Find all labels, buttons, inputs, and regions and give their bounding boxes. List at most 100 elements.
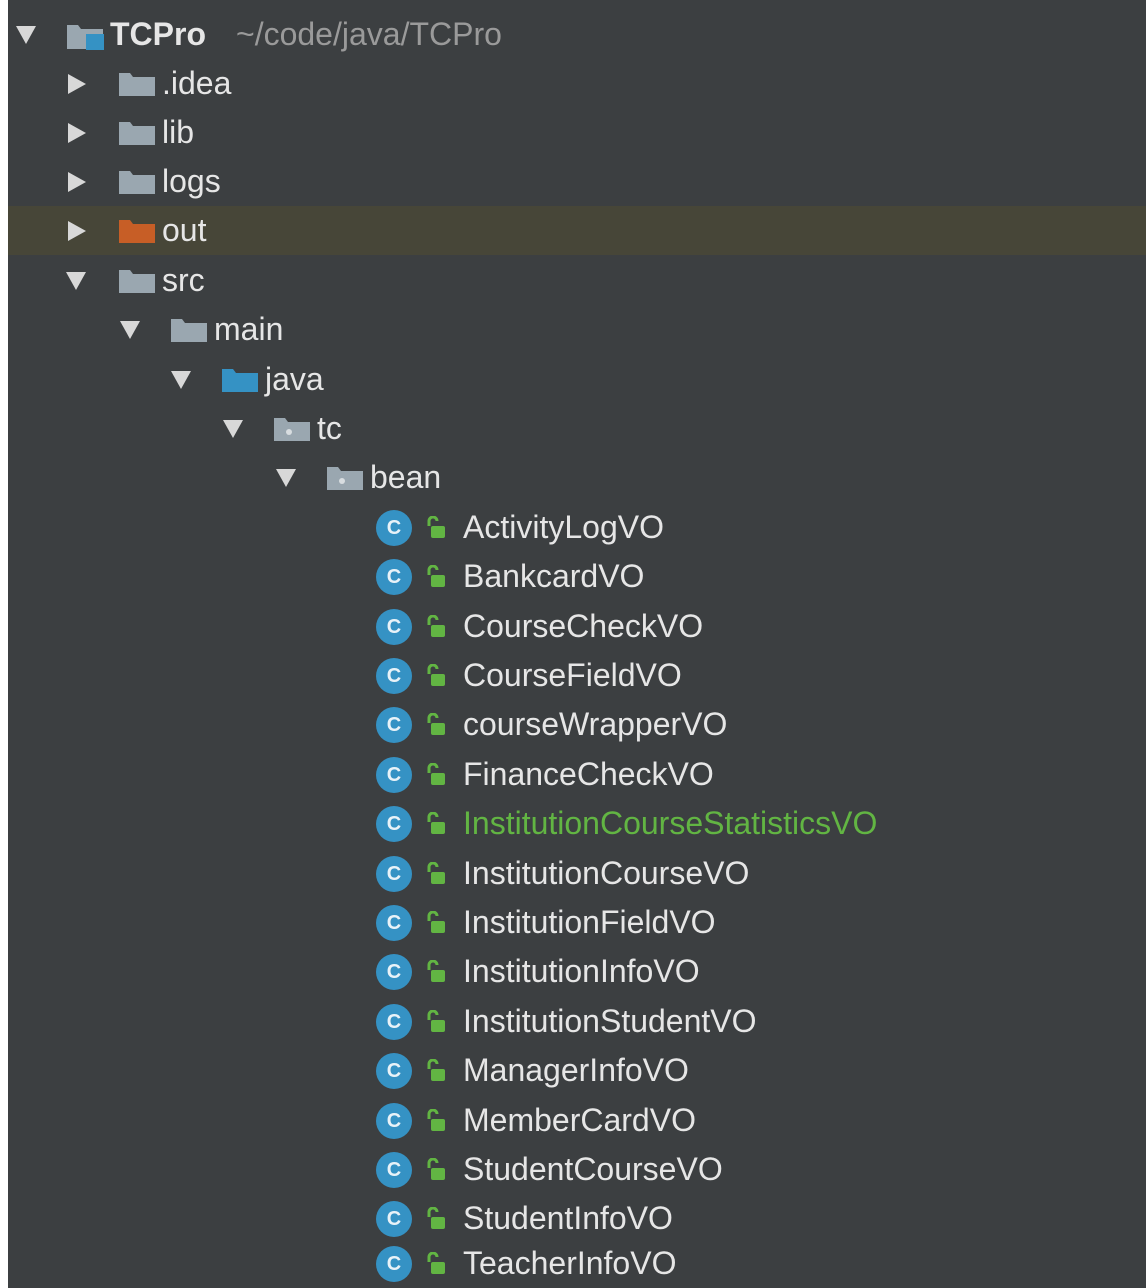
tree-row-java[interactable]: java	[8, 355, 1146, 404]
class-icon: C	[376, 856, 412, 892]
class-label: CourseFieldVO	[463, 657, 682, 693]
class-row[interactable]: C FinanceCheckVO	[8, 750, 1146, 799]
class-label: FinanceCheckVO	[463, 756, 714, 792]
folder-label-src: src	[162, 262, 205, 298]
public-access-icon	[427, 1207, 445, 1229]
class-row[interactable]: C ManagerInfoVO	[8, 1046, 1146, 1095]
class-icon: C	[376, 1201, 412, 1237]
class-label: ActivityLogVO	[463, 509, 664, 545]
class-label: InstitutionFieldVO	[463, 904, 716, 940]
tree-row-lib[interactable]: lib	[8, 108, 1146, 157]
public-access-icon	[427, 911, 445, 933]
project-tree: TCPro ~/code/java/TCPro .idea lib logs o…	[0, 0, 1146, 1288]
folder-label-tc: tc	[317, 410, 342, 446]
expand-arrow-icon[interactable]	[16, 26, 36, 44]
project-folder-icon	[66, 22, 104, 50]
class-row[interactable]: C StudentCourseVO	[8, 1145, 1146, 1194]
public-access-icon	[427, 565, 445, 587]
expand-arrow-icon[interactable]	[276, 469, 296, 487]
folder-label-bean: bean	[370, 459, 442, 495]
project-name: TCPro	[110, 16, 206, 52]
folder-label-out: out	[162, 212, 207, 248]
expand-arrow-icon[interactable]	[223, 420, 243, 438]
tree-row-main[interactable]: main	[8, 305, 1146, 354]
class-row[interactable]: C courseWrapperVO	[8, 700, 1146, 749]
class-label: ManagerInfoVO	[463, 1052, 689, 1088]
class-icon: C	[376, 1152, 412, 1188]
public-access-icon	[427, 664, 445, 686]
class-label: BankcardVO	[463, 558, 645, 594]
public-access-icon	[427, 1252, 445, 1274]
class-icon: C	[376, 510, 412, 546]
class-row[interactable]: C CourseCheckVO	[8, 602, 1146, 651]
class-row[interactable]: C StudentInfoVO	[8, 1194, 1146, 1243]
folder-label-lib: lib	[162, 114, 195, 150]
class-label: InstitutionCourseVO	[463, 855, 750, 891]
class-label: TeacherInfoVO	[463, 1245, 677, 1281]
public-access-icon	[427, 1059, 445, 1081]
class-icon: C	[376, 757, 412, 793]
folder-icon	[118, 268, 156, 294]
source-folder-icon	[221, 367, 259, 393]
class-row[interactable]: C ActivityLogVO	[8, 503, 1146, 552]
class-label: InstitutionStudentVO	[463, 1003, 757, 1039]
public-access-icon	[427, 960, 445, 982]
class-icon: C	[376, 1004, 412, 1040]
tree-row-out[interactable]: out	[8, 206, 1146, 255]
folder-icon	[118, 120, 156, 146]
tree-row-idea[interactable]: .idea	[8, 59, 1146, 108]
class-icon: C	[376, 1246, 412, 1282]
class-label: InstitutionCourseStatisticsVO	[463, 805, 878, 841]
tree-row-logs[interactable]: logs	[8, 157, 1146, 206]
excluded-folder-icon	[118, 218, 156, 244]
collapse-arrow-icon[interactable]	[68, 172, 86, 192]
collapse-arrow-icon[interactable]	[68, 221, 86, 241]
public-access-icon	[427, 713, 445, 735]
class-icon: C	[376, 1053, 412, 1089]
class-row-modified[interactable]: C InstitutionCourseStatisticsVO	[8, 799, 1146, 848]
public-access-icon	[427, 763, 445, 785]
folder-icon	[118, 71, 156, 97]
class-icon: C	[376, 707, 412, 743]
class-label: MemberCardVO	[463, 1102, 696, 1138]
public-access-icon	[427, 812, 445, 834]
class-label: CourseCheckVO	[463, 608, 704, 644]
tree-row-tc[interactable]: tc	[8, 404, 1146, 453]
class-row[interactable]: C InstitutionFieldVO	[8, 898, 1146, 947]
expand-arrow-icon[interactable]	[120, 321, 140, 339]
public-access-icon	[427, 516, 445, 538]
folder-label-main: main	[214, 311, 284, 347]
tree-row-bean[interactable]: bean	[8, 453, 1146, 502]
class-icon: C	[376, 806, 412, 842]
class-label: courseWrapperVO	[463, 706, 728, 742]
class-row[interactable]: C BankcardVO	[8, 552, 1146, 601]
class-row[interactable]: C InstitutionCourseVO	[8, 849, 1146, 898]
class-row[interactable]: C MemberCardVO	[8, 1096, 1146, 1145]
public-access-icon	[427, 1109, 445, 1131]
expand-arrow-icon[interactable]	[171, 371, 191, 389]
package-icon	[273, 416, 311, 442]
class-icon: C	[376, 609, 412, 645]
class-row[interactable]: C InstitutionInfoVO	[8, 947, 1146, 996]
class-icon: C	[376, 1103, 412, 1139]
class-row[interactable]: C InstitutionStudentVO	[8, 997, 1146, 1046]
class-icon: C	[376, 954, 412, 990]
expand-arrow-icon[interactable]	[66, 272, 86, 290]
class-row[interactable]: C CourseFieldVO	[8, 651, 1146, 700]
collapse-arrow-icon[interactable]	[68, 74, 86, 94]
class-label: StudentCourseVO	[463, 1151, 723, 1187]
folder-label-logs: logs	[162, 163, 221, 199]
folder-label-java: java	[265, 361, 324, 397]
folder-icon	[170, 317, 208, 343]
collapse-arrow-icon[interactable]	[68, 123, 86, 143]
public-access-icon	[427, 615, 445, 637]
public-access-icon	[427, 1010, 445, 1032]
package-icon	[326, 465, 364, 491]
class-label: InstitutionInfoVO	[463, 953, 700, 989]
class-row[interactable]: C TeacherInfoVO	[8, 1239, 1146, 1288]
tree-row-project-root[interactable]: TCPro ~/code/java/TCPro	[8, 10, 1146, 59]
class-icon: C	[376, 905, 412, 941]
tree-row-src[interactable]: src	[8, 256, 1146, 305]
class-icon: C	[376, 559, 412, 595]
class-label: StudentInfoVO	[463, 1200, 673, 1236]
